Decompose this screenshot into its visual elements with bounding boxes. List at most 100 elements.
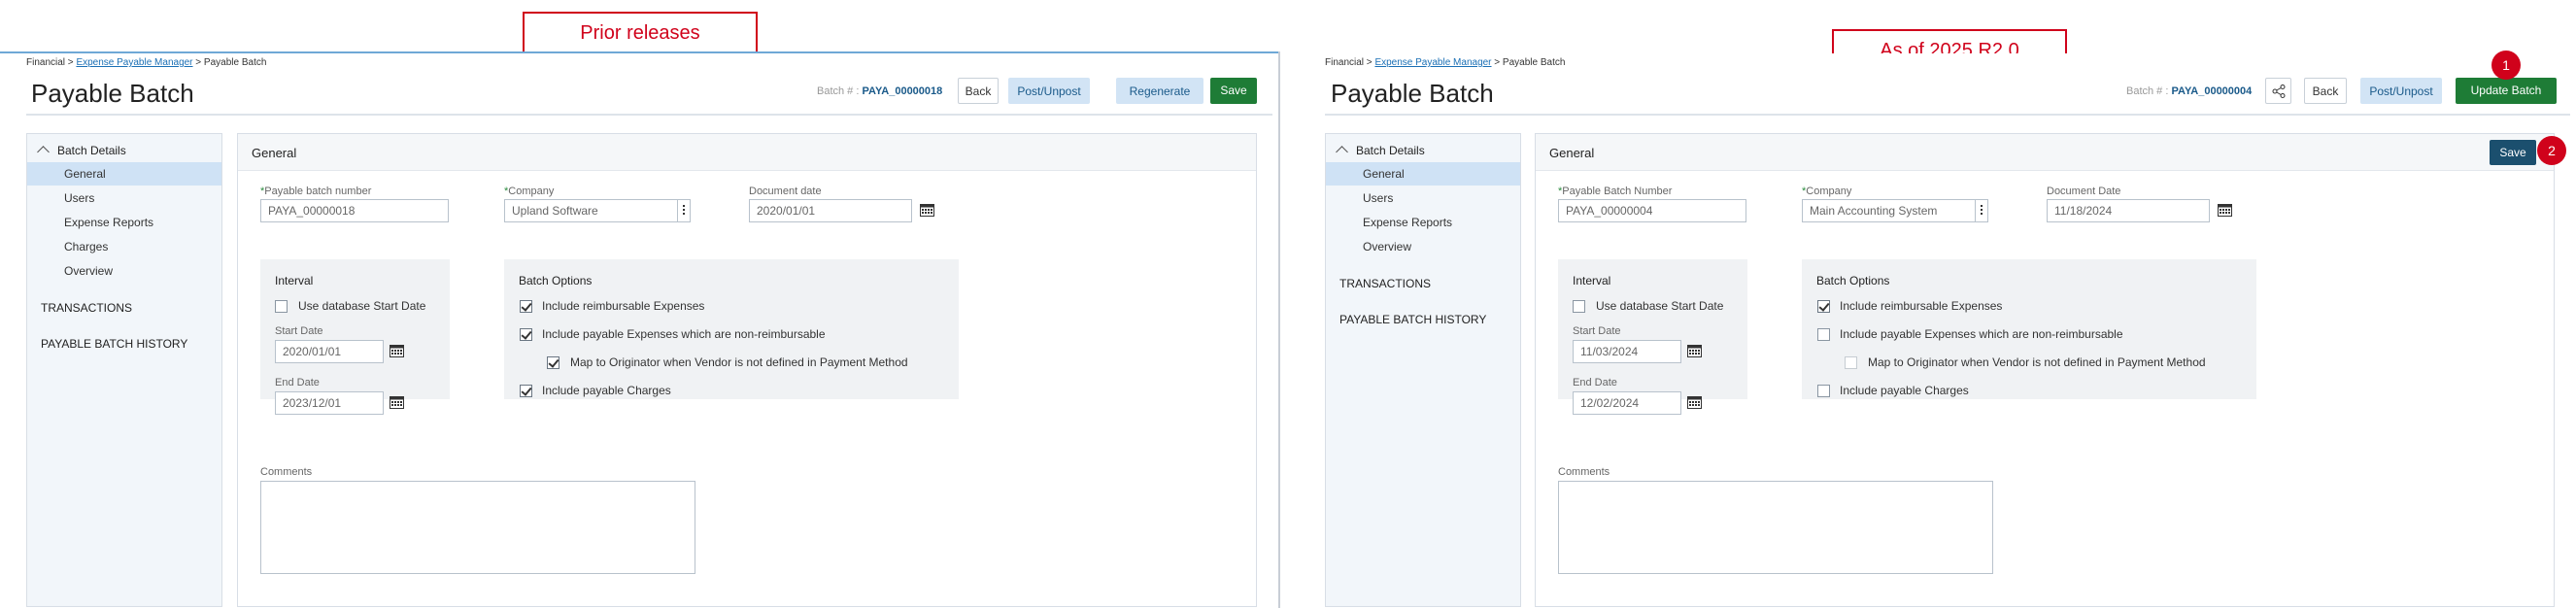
include-non-reimbursable-checkbox[interactable] xyxy=(1817,328,1830,341)
sidebar: Batch Details General Users Expense Repo… xyxy=(26,133,222,607)
regenerate-button[interactable]: Regenerate xyxy=(1116,78,1203,104)
current-release-panel: Financial > Expense Payable Manager > Pa… xyxy=(1298,53,2570,607)
breadcrumb-current: Payable Batch xyxy=(1502,57,1566,68)
post-unpost-button[interactable]: Post/Unpost xyxy=(1008,78,1090,104)
batch-number-label: *Payable batch number xyxy=(260,186,372,197)
sidebar-item-overview[interactable]: Overview xyxy=(1326,235,1520,258)
breadcrumb-sep: > xyxy=(65,57,77,68)
sidebar-item-expense-reports[interactable]: Expense Reports xyxy=(1326,211,1520,234)
sidebar: Batch Details General Users Expense Repo… xyxy=(1325,133,1521,607)
breadcrumb-sep: > xyxy=(192,57,204,68)
company-input[interactable]: Upland Software xyxy=(504,199,678,222)
comments-textarea[interactable] xyxy=(260,481,695,574)
share-icon xyxy=(2272,84,2286,98)
breadcrumb-root[interactable]: Financial xyxy=(1325,57,1364,68)
map-to-originator-label: Map to Originator when Vendor is not def… xyxy=(570,355,908,369)
batch-number-label-text: Payable batch number xyxy=(264,186,372,197)
include-non-reimbursable-label: Include payable Expenses which are non-r… xyxy=(1840,327,2123,341)
interval-title: Interval xyxy=(1573,274,1611,287)
use-db-start-label: Use database Start Date xyxy=(1596,299,1724,313)
include-payable-charges-checkbox[interactable] xyxy=(520,385,532,397)
breadcrumb-link[interactable]: Expense Payable Manager xyxy=(1374,57,1491,68)
map-to-originator-checkbox[interactable] xyxy=(547,356,559,369)
back-button[interactable]: Back xyxy=(2304,78,2347,104)
start-date-input[interactable]: 2020/01/01 xyxy=(275,340,384,363)
general-header: General xyxy=(1536,134,2554,171)
sidebar-header-label: Batch Details xyxy=(1356,144,1425,157)
start-date-label: Start Date xyxy=(275,325,323,337)
include-reimbursable-checkbox[interactable] xyxy=(520,300,532,313)
calendar-icon[interactable] xyxy=(920,203,934,217)
include-non-reimbursable-checkbox[interactable] xyxy=(520,328,532,341)
batch-label: Batch # : xyxy=(817,85,863,97)
map-to-originator-checkbox[interactable] xyxy=(1845,356,1857,369)
sidebar-header-batch-details[interactable]: Batch Details xyxy=(1336,144,1425,158)
general-section: General Save *Payable Batch Number PAYA_… xyxy=(1535,133,2555,607)
batch-number-display: Batch # : PAYA_00000004 xyxy=(2126,85,2252,97)
include-payable-charges-checkbox[interactable] xyxy=(1817,385,1830,397)
batch-options-title: Batch Options xyxy=(1816,274,1890,287)
breadcrumb: Financial > Expense Payable Manager > Pa… xyxy=(1325,57,1565,68)
calendar-icon[interactable] xyxy=(390,395,404,409)
interval-title: Interval xyxy=(275,274,314,287)
header-divider xyxy=(26,114,1272,116)
include-reimbursable-label: Include reimbursable Expenses xyxy=(542,299,705,313)
company-menu-icon[interactable] xyxy=(1975,199,1988,222)
batch-number-input[interactable]: PAYA_00000004 xyxy=(1558,199,1746,222)
comments-label: Comments xyxy=(260,466,313,478)
sidebar-section-transactions[interactable]: TRANSACTIONS xyxy=(1339,277,1431,290)
company-label: *Company xyxy=(504,186,555,197)
breadcrumb-sep: > xyxy=(1491,57,1503,68)
section-save-button[interactable]: Save xyxy=(2490,140,2536,165)
use-db-start-checkbox[interactable] xyxy=(275,300,288,313)
sidebar-section-payable-batch-history[interactable]: PAYABLE BATCH HISTORY xyxy=(1339,313,1486,326)
end-date-input[interactable]: 2023/12/01 xyxy=(275,391,384,415)
use-db-start-checkbox[interactable] xyxy=(1573,300,1585,313)
page-title: Payable Batch xyxy=(31,79,194,108)
breadcrumb-sep: > xyxy=(1364,57,1375,68)
sidebar-section-transactions[interactable]: TRANSACTIONS xyxy=(41,301,132,315)
sidebar-item-users[interactable]: Users xyxy=(27,186,221,210)
document-date-input[interactable]: 11/18/2024 xyxy=(2047,199,2210,222)
sidebar-section-payable-batch-history[interactable]: PAYABLE BATCH HISTORY xyxy=(41,337,187,351)
share-button[interactable] xyxy=(2265,78,2291,104)
calendar-icon[interactable] xyxy=(1687,395,1702,409)
sidebar-item-general[interactable]: General xyxy=(1326,162,1520,186)
save-button[interactable]: Save xyxy=(1210,78,1257,104)
company-label-text: Company xyxy=(1806,186,1852,197)
sidebar-header-batch-details[interactable]: Batch Details xyxy=(37,144,126,158)
general-section: General *Payable batch number PAYA_00000… xyxy=(237,133,1257,607)
header-divider xyxy=(1325,114,2570,116)
end-date-input[interactable]: 12/02/2024 xyxy=(1573,391,1681,415)
map-to-originator-label: Map to Originator when Vendor is not def… xyxy=(1868,355,2206,369)
sidebar-item-expense-reports[interactable]: Expense Reports xyxy=(27,211,221,234)
sidebar-item-charges[interactable]: Charges xyxy=(27,235,221,258)
update-batch-button[interactable]: Update Batch xyxy=(2456,78,2557,104)
company-label: *Company xyxy=(1802,186,1852,197)
back-button[interactable]: Back xyxy=(958,78,999,104)
include-payable-charges-label: Include payable Charges xyxy=(542,384,671,397)
sidebar-item-users[interactable]: Users xyxy=(1326,186,1520,210)
company-input[interactable]: Main Accounting System xyxy=(1802,199,1976,222)
general-header-label: General xyxy=(252,146,297,160)
start-date-input[interactable]: 11/03/2024 xyxy=(1573,340,1681,363)
calendar-icon[interactable] xyxy=(2218,203,2232,217)
batch-number-label-text: Payable Batch Number xyxy=(1562,186,1673,197)
company-label-text: Company xyxy=(508,186,555,197)
calendar-icon[interactable] xyxy=(1687,344,1702,357)
breadcrumb: Financial > Expense Payable Manager > Pa… xyxy=(26,57,266,68)
sidebar-item-general[interactable]: General xyxy=(27,162,221,186)
sidebar-item-overview[interactable]: Overview xyxy=(27,259,221,283)
company-menu-icon[interactable] xyxy=(677,199,691,222)
batch-number-input[interactable]: PAYA_00000018 xyxy=(260,199,449,222)
chevron-up-icon xyxy=(1336,146,1348,158)
document-date-label: Document Date xyxy=(2047,186,2121,197)
breadcrumb-link[interactable]: Expense Payable Manager xyxy=(76,57,192,68)
include-reimbursable-checkbox[interactable] xyxy=(1817,300,1830,313)
document-date-input[interactable]: 2020/01/01 xyxy=(749,199,912,222)
sidebar-header-label: Batch Details xyxy=(57,144,126,157)
breadcrumb-root[interactable]: Financial xyxy=(26,57,65,68)
calendar-icon[interactable] xyxy=(390,344,404,357)
post-unpost-button[interactable]: Post/Unpost xyxy=(2360,78,2442,104)
comments-textarea[interactable] xyxy=(1558,481,1993,574)
